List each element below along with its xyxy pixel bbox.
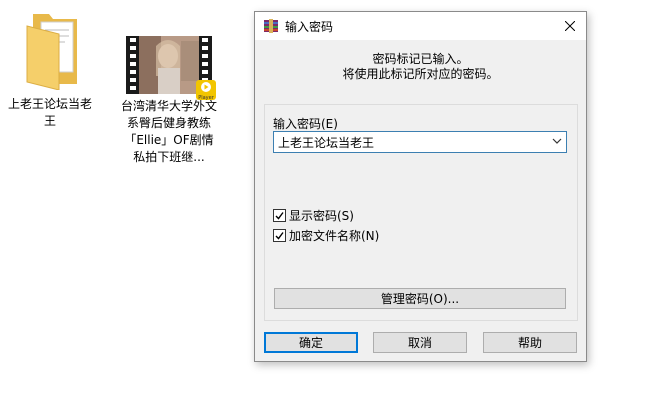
video-thumbnail: Player	[126, 36, 216, 101]
manage-passwords-button[interactable]: 管理密码(O)...	[274, 288, 566, 309]
password-value: 上老王论坛当老王	[278, 136, 375, 150]
dialog-title: 输入密码	[285, 20, 334, 34]
folder-label: 上老王论坛当老王	[7, 97, 92, 128]
password-label: 输入密码(E)	[273, 117, 338, 131]
encrypt-filenames-check-box[interactable]	[273, 228, 286, 242]
ok-button[interactable]: 确定	[264, 332, 358, 353]
password-combobox[interactable]: 上老王论坛当老王	[273, 131, 567, 153]
info-line-2: 将使用此标记所对应的密码。	[342, 67, 499, 81]
checkmark-icon	[275, 231, 284, 240]
show-password-check-box[interactable]	[273, 208, 286, 222]
video-label: 台湾清华大学外文系臀后健身教练「Ellie」OF剧情私拍下班继...	[120, 99, 217, 164]
close-icon	[565, 21, 575, 31]
player-badge: Player	[196, 80, 216, 101]
help-button[interactable]: 帮助	[483, 332, 577, 353]
info-text: 密码标记已输入。 将使用此标记所对应的密码。	[255, 52, 586, 82]
desktop-video-file[interactable]: Player 台湾清华大学外文系臀后健身教练「Ellie」OF剧情私拍下班继..…	[112, 36, 226, 166]
show-password-checkbox[interactable]: 显示密码(S)	[273, 207, 354, 223]
encrypt-filenames-label: 加密文件名称(N)	[289, 228, 380, 243]
desktop-folder[interactable]: 上老王论坛当老王	[4, 8, 96, 130]
info-line-1: 密码标记已输入。	[372, 52, 469, 66]
show-password-label: 显示密码(S)	[289, 208, 354, 223]
encrypt-filenames-checkbox[interactable]: 加密文件名称(N)	[273, 227, 379, 243]
player-badge-text: Player	[198, 95, 214, 101]
dialog-titlebar[interactable]: 输入密码	[255, 12, 586, 40]
password-dialog: 输入密码 密码标记已输入。 将使用此标记所对应的密码。 输入密码(E) 上老王论…	[254, 11, 587, 362]
chevron-down-icon[interactable]	[552, 136, 562, 146]
close-button[interactable]	[554, 12, 586, 40]
winrar-icon	[263, 18, 279, 34]
checkmark-icon	[275, 211, 284, 220]
play-icon	[201, 82, 211, 92]
cancel-button[interactable]: 取消	[373, 332, 467, 353]
folder-icon	[19, 8, 81, 91]
